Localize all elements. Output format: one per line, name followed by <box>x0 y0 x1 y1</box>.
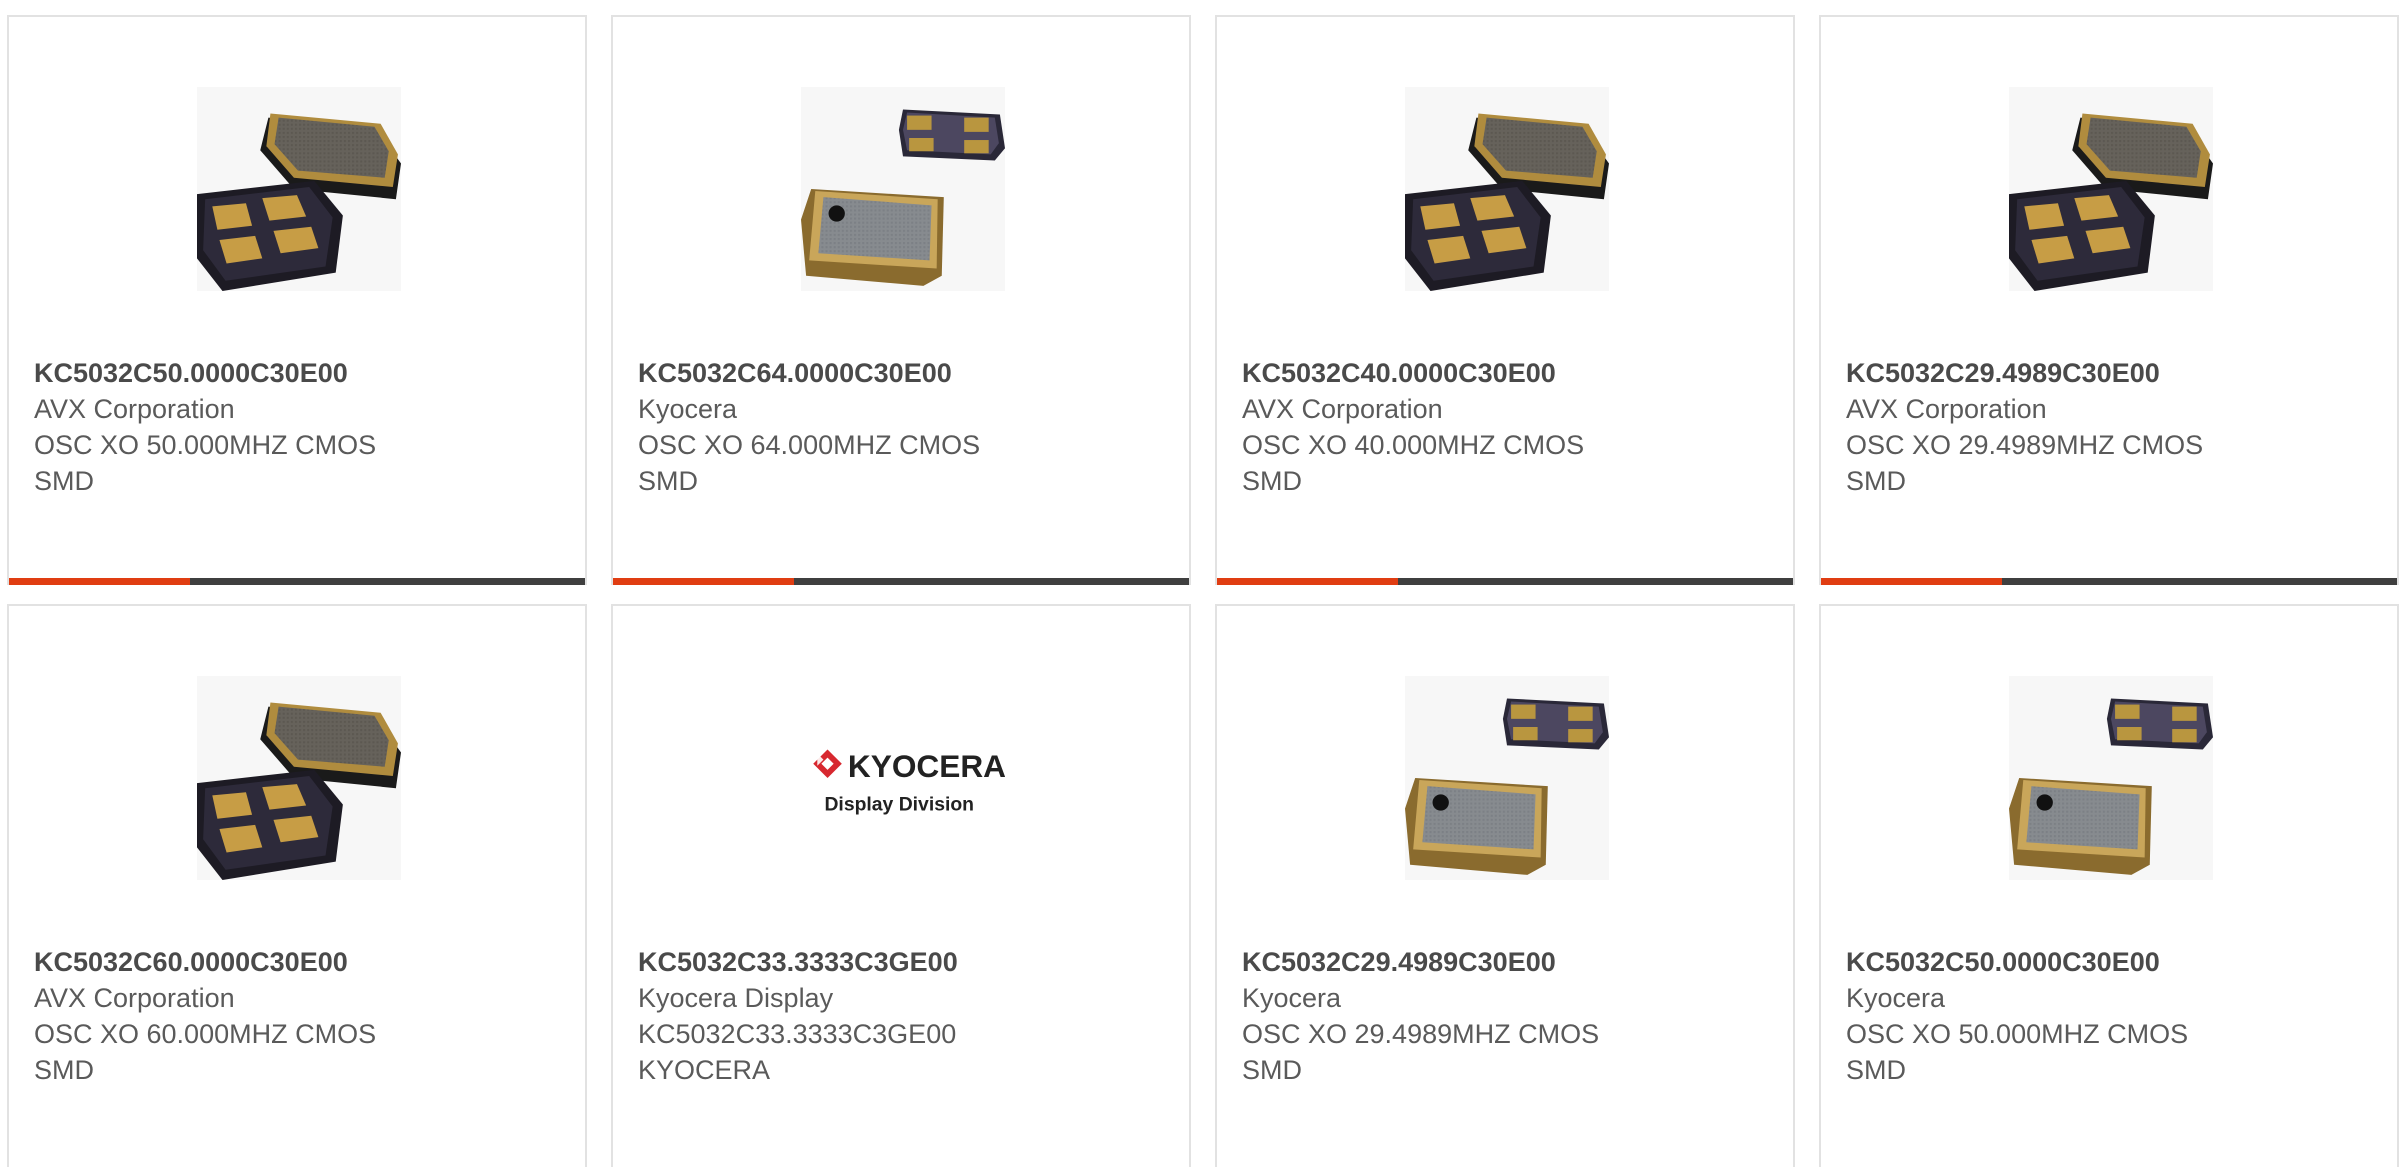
part-number-link[interactable]: KC5032C29.4989C30E00 <box>1242 944 1762 980</box>
part-number-link[interactable]: KC5032C64.0000C30E00 <box>638 355 1158 391</box>
part-number-link[interactable]: KC5032C50.0000C30E00 <box>1846 944 2366 980</box>
description: KC5032C33.3333C3GE00 <box>638 1019 957 1049</box>
product-grid: KC5032C50.0000C30E00 AVX Corporation OSC… <box>0 0 2400 1167</box>
part-number-link[interactable]: KC5032C40.0000C30E00 <box>1242 355 1762 391</box>
manufacturer: Kyocera <box>638 394 738 424</box>
kyocera-crystal-icon <box>1405 676 1609 880</box>
package: SMD <box>34 466 94 496</box>
product-info: KC5032C64.0000C30E00 Kyocera OSC XO 64.0… <box>638 355 1158 499</box>
description: OSC XO 60.000MHZ CMOS <box>34 1019 377 1049</box>
card-bottom-bar <box>9 578 585 585</box>
kyocera-display-logo: KYOCERA Display Division <box>801 676 1005 880</box>
product-card[interactable]: KYOCERA Display Division KC5032C33.3333C… <box>611 604 1191 1167</box>
card-bottom-bar <box>1821 578 2397 585</box>
product-info: KC5032C50.0000C30E00 AVX Corporation OSC… <box>34 355 554 499</box>
description: OSC XO 29.4989MHZ CMOS <box>1242 1019 1600 1049</box>
manufacturer: AVX Corporation <box>34 983 235 1013</box>
product-info: KC5032C29.4989C30E00 Kyocera OSC XO 29.4… <box>1242 944 1762 1088</box>
product-info: KC5032C33.3333C3GE00 Kyocera Display KC5… <box>638 944 1158 1088</box>
part-number-link[interactable]: KC5032C33.3333C3GE00 <box>638 944 1158 980</box>
svg-text:KYOCERA: KYOCERA <box>848 748 1005 784</box>
package: KYOCERA <box>638 1055 771 1085</box>
description: OSC XO 29.4989MHZ CMOS <box>1846 430 2204 460</box>
product-card[interactable]: KC5032C50.0000C30E00 AVX Corporation OSC… <box>7 15 587 585</box>
avx-crystal-icon <box>1405 87 1609 291</box>
kyocera-crystal-icon <box>801 87 1005 291</box>
product-card[interactable]: KC5032C29.4989C30E00 Kyocera OSC XO 29.4… <box>1215 604 1795 1167</box>
product-card[interactable]: KC5032C60.0000C30E00 AVX Corporation OSC… <box>7 604 587 1167</box>
package: SMD <box>1242 1055 1302 1085</box>
description: OSC XO 40.000MHZ CMOS <box>1242 430 1585 460</box>
product-info: KC5032C40.0000C30E00 AVX Corporation OSC… <box>1242 355 1762 499</box>
card-bottom-bar <box>1217 578 1793 585</box>
package: SMD <box>638 466 698 496</box>
part-number-link[interactable]: KC5032C50.0000C30E00 <box>34 355 554 391</box>
description: OSC XO 50.000MHZ CMOS <box>34 430 377 460</box>
manufacturer: Kyocera Display <box>638 983 834 1013</box>
avx-crystal-icon <box>197 676 401 880</box>
kyocera-crystal-icon <box>2009 676 2213 880</box>
product-card[interactable]: KC5032C50.0000C30E00 Kyocera OSC XO 50.0… <box>1819 604 2399 1167</box>
product-card[interactable]: KC5032C40.0000C30E00 AVX Corporation OSC… <box>1215 15 1795 585</box>
description: OSC XO 64.000MHZ CMOS <box>638 430 981 460</box>
part-number-link[interactable]: KC5032C29.4989C30E00 <box>1846 355 2366 391</box>
card-bottom-bar <box>613 578 1189 585</box>
product-info: KC5032C60.0000C30E00 AVX Corporation OSC… <box>34 944 554 1088</box>
description: OSC XO 50.000MHZ CMOS <box>1846 1019 2189 1049</box>
package: SMD <box>1846 1055 1906 1085</box>
product-info: KC5032C50.0000C30E00 Kyocera OSC XO 50.0… <box>1846 944 2366 1088</box>
product-card[interactable]: KC5032C64.0000C30E00 Kyocera OSC XO 64.0… <box>611 15 1191 585</box>
package: SMD <box>1242 466 1302 496</box>
package: SMD <box>1846 466 1906 496</box>
svg-text:Display Division: Display Division <box>824 794 974 816</box>
manufacturer: AVX Corporation <box>1846 394 2047 424</box>
package: SMD <box>34 1055 94 1085</box>
avx-crystal-icon <box>2009 87 2213 291</box>
manufacturer: Kyocera <box>1242 983 1342 1013</box>
manufacturer: AVX Corporation <box>1242 394 1443 424</box>
manufacturer: Kyocera <box>1846 983 1946 1013</box>
avx-crystal-icon <box>197 87 401 291</box>
product-card[interactable]: KC5032C29.4989C30E00 AVX Corporation OSC… <box>1819 15 2399 585</box>
product-info: KC5032C29.4989C30E00 AVX Corporation OSC… <box>1846 355 2366 499</box>
part-number-link[interactable]: KC5032C60.0000C30E00 <box>34 944 554 980</box>
manufacturer: AVX Corporation <box>34 394 235 424</box>
